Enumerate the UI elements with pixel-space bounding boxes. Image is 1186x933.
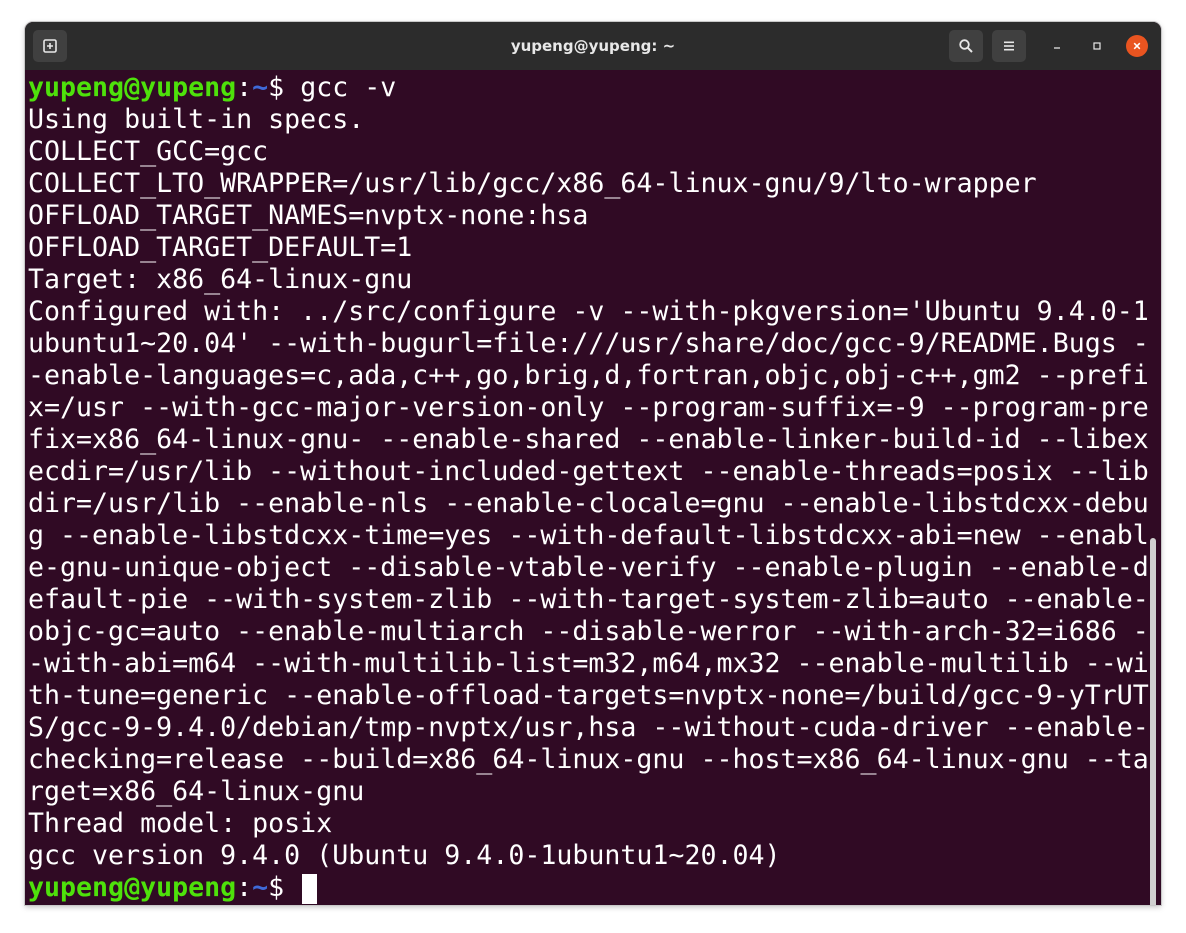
output-line: rget=x86_64-linux-gnu: [28, 776, 365, 807]
prompt-line: yupeng@yupeng:~$: [28, 872, 318, 904]
maximize-icon: [1093, 42, 1101, 50]
search-button[interactable]: [949, 30, 983, 62]
output-line: S/gcc-9-9.4.0/debian/tmp-nvptx/usr,hsa -…: [28, 712, 1149, 743]
text-cursor: [302, 873, 318, 904]
output-line: g --enable-libstdcxx-time=yes --with-def…: [28, 520, 1149, 551]
output-line: Configured with: ../src/configure -v --w…: [28, 296, 1149, 327]
output-line: dir=/usr/lib --enable-nls --enable-cloca…: [28, 488, 1149, 519]
command-text: gcc -v: [300, 72, 397, 103]
prompt-colon: :: [236, 72, 253, 103]
output-line: ecdir=/usr/lib --without-included-gettex…: [28, 456, 1149, 487]
output-line: Using built-in specs.: [28, 104, 365, 135]
close-icon: [1133, 42, 1141, 50]
prompt-colon: :: [236, 872, 253, 903]
output-line: ubuntu1~20.04' --with-bugurl=file:///usr…: [28, 328, 1149, 359]
output-line: efault-pie --with-system-zlib --with-tar…: [28, 584, 1149, 615]
terminal-output-area[interactable]: yupeng@yupeng:~$ gcc -v Using built-in s…: [25, 70, 1161, 905]
search-icon: [959, 39, 973, 53]
new-tab-button[interactable]: [33, 30, 67, 62]
scrollbar[interactable]: [1150, 538, 1156, 905]
minimize-button[interactable]: [1046, 35, 1068, 57]
window-title: yupeng@yupeng: ~: [510, 37, 676, 55]
output-line: COLLECT_LTO_WRAPPER=/usr/lib/gcc/x86_64-…: [28, 168, 1037, 199]
output-line: gcc version 9.4.0 (Ubuntu 9.4.0-1ubuntu1…: [28, 840, 781, 871]
output-line: Target: x86_64-linux-gnu: [28, 264, 413, 295]
output-line: checking=release --build=x86_64-linux-gn…: [28, 744, 1149, 775]
title-bar[interactable]: yupeng@yupeng: ~: [25, 22, 1161, 70]
output-line: -enable-languages=c,ada,c++,go,brig,d,fo…: [28, 360, 1149, 391]
output-line: th-tune=generic --enable-offload-targets…: [28, 680, 1149, 711]
new-tab-icon: [43, 39, 57, 53]
output-line: x=/usr --with-gcc-major-version-only --p…: [28, 392, 1149, 423]
prompt-user-host: yupeng@yupeng: [28, 72, 237, 103]
close-button[interactable]: [1126, 35, 1148, 57]
output-line: Thread model: posix: [28, 808, 333, 839]
prompt-user-host: yupeng@yupeng: [28, 872, 237, 903]
prompt-cwd: ~: [252, 72, 269, 103]
output-line: fix=x86_64-linux-gnu- --enable-shared --…: [28, 424, 1149, 455]
prompt-cwd: ~: [252, 872, 269, 903]
output-line: objc-gc=auto --enable-multiarch --disabl…: [28, 616, 1149, 647]
output-line: e-gnu-unique-object --disable-vtable-ver…: [28, 552, 1149, 583]
prompt-symbol: $: [268, 872, 301, 903]
output-line: OFFLOAD_TARGET_DEFAULT=1: [28, 232, 413, 263]
maximize-button[interactable]: [1086, 35, 1108, 57]
hamburger-menu-icon: [1004, 41, 1014, 51]
terminal-window: yupeng@yupeng: ~ yupeng@yupeng:~$ gcc -v…: [25, 22, 1161, 905]
output-line: COLLECT_GCC=gcc: [28, 136, 269, 167]
output-line: OFFLOAD_TARGET_NAMES=nvptx-none:hsa: [28, 200, 589, 231]
prompt-symbol: $: [268, 72, 301, 103]
prompt-line: yupeng@yupeng:~$ gcc -v: [28, 72, 396, 104]
menu-button[interactable]: [992, 30, 1026, 62]
minimize-icon: [1054, 47, 1060, 49]
output-line: -with-abi=m64 --with-multilib-list=m32,m…: [28, 648, 1149, 679]
